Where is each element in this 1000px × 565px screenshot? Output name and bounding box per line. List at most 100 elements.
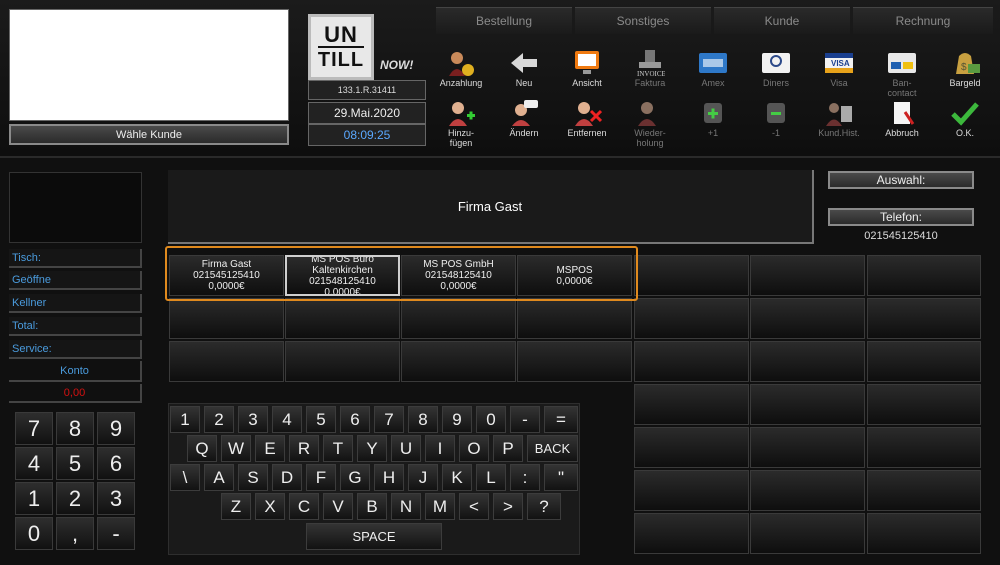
neu-button[interactable]: Neu [493, 50, 555, 100]
customer-card-empty[interactable] [517, 298, 632, 339]
key-i[interactable]: I [425, 435, 455, 462]
customer-card-empty[interactable] [634, 513, 749, 554]
faktura-button[interactable]: INVOICE Faktura [619, 50, 681, 100]
customer-card-empty[interactable] [867, 384, 981, 425]
customer-card-firma-gast[interactable]: Firma Gast 021545125410 0,0000€ [169, 255, 284, 296]
numpad-key-6[interactable]: 6 [97, 447, 135, 480]
key-5[interactable]: 5 [306, 406, 336, 433]
numpad-key-comma[interactable]: , [56, 517, 94, 550]
wiederholung-button[interactable]: Wieder- holung [619, 100, 681, 150]
key-z[interactable]: Z [221, 493, 251, 520]
numpad-key-9[interactable]: 9 [97, 412, 135, 445]
customer-card-empty[interactable] [867, 298, 981, 339]
key-equals[interactable]: = [544, 406, 578, 433]
customer-card-empty[interactable] [867, 470, 981, 511]
key-x[interactable]: X [255, 493, 285, 520]
key-space[interactable]: SPACE [306, 523, 442, 550]
visa-button[interactable]: VISA Visa [808, 50, 870, 100]
entfernen-button[interactable]: Entfernen [556, 100, 618, 150]
numpad-key-2[interactable]: 2 [56, 482, 94, 515]
bancontact-button[interactable]: Ban- contact [871, 50, 933, 100]
key-9[interactable]: 9 [442, 406, 472, 433]
numpad-key-0[interactable]: 0 [15, 517, 53, 550]
key-less-than[interactable]: < [459, 493, 489, 520]
key-backslash[interactable]: \ [170, 464, 200, 491]
anzahlung-button[interactable]: Anzahlung [430, 50, 492, 100]
key-j[interactable]: J [408, 464, 438, 491]
key-8[interactable]: 8 [408, 406, 438, 433]
customer-card-empty[interactable] [867, 513, 981, 554]
key-7[interactable]: 7 [374, 406, 404, 433]
numpad-key-3[interactable]: 3 [97, 482, 135, 515]
customer-card-empty[interactable] [634, 427, 749, 468]
customer-card-empty[interactable] [750, 255, 865, 296]
customer-card-empty[interactable] [285, 298, 400, 339]
auswahl-button[interactable]: Auswahl: [828, 171, 974, 189]
customer-card-empty[interactable] [867, 427, 981, 468]
customer-card-empty[interactable] [401, 341, 516, 382]
customer-card-ms-pos-gmbh[interactable]: MS POS GmbH 021548125410 0,0000€ [401, 255, 516, 296]
key-0[interactable]: 0 [476, 406, 506, 433]
tab-sonstiges[interactable]: Sonstiges [575, 7, 711, 34]
key-3[interactable]: 3 [238, 406, 268, 433]
key-w[interactable]: W [221, 435, 251, 462]
key-y[interactable]: Y [357, 435, 387, 462]
numpad-key-8[interactable]: 8 [56, 412, 94, 445]
key-d[interactable]: D [272, 464, 302, 491]
key-quote[interactable]: " [544, 464, 578, 491]
numpad-key-1[interactable]: 1 [15, 482, 53, 515]
customer-card-mspos[interactable]: MSPOS 0,0000€ [517, 255, 632, 296]
ok-button[interactable]: O.K. [934, 100, 996, 150]
key-p[interactable]: P [493, 435, 523, 462]
key-f[interactable]: F [306, 464, 336, 491]
tab-bestellung[interactable]: Bestellung [436, 7, 572, 34]
key-n[interactable]: N [391, 493, 421, 520]
key-question[interactable]: ? [527, 493, 561, 520]
customer-card-empty[interactable] [750, 341, 865, 382]
key-a[interactable]: A [204, 464, 234, 491]
customer-card-empty[interactable] [867, 341, 981, 382]
customer-card-empty[interactable] [750, 427, 865, 468]
key-v[interactable]: V [323, 493, 353, 520]
numpad-key-4[interactable]: 4 [15, 447, 53, 480]
key-1[interactable]: 1 [170, 406, 200, 433]
key-2[interactable]: 2 [204, 406, 234, 433]
key-backspace[interactable]: BACK [527, 435, 578, 462]
key-e[interactable]: E [255, 435, 285, 462]
key-u[interactable]: U [391, 435, 421, 462]
key-q[interactable]: Q [187, 435, 217, 462]
customer-history-button[interactable]: Kund.Hist. [808, 100, 870, 150]
numpad-key-7[interactable]: 7 [15, 412, 53, 445]
telefon-button[interactable]: Telefon: [828, 208, 974, 226]
key-s[interactable]: S [238, 464, 268, 491]
customer-card-empty[interactable] [401, 298, 516, 339]
key-r[interactable]: R [289, 435, 319, 462]
key-g[interactable]: G [340, 464, 370, 491]
key-k[interactable]: K [442, 464, 472, 491]
amex-button[interactable]: Amex [682, 50, 744, 100]
hinzufuegen-button[interactable]: Hinzu- fügen [430, 100, 492, 150]
tab-rechnung[interactable]: Rechnung [853, 7, 993, 34]
key-colon[interactable]: : [510, 464, 540, 491]
ansicht-button[interactable]: Ansicht [556, 50, 618, 100]
bargeld-button[interactable]: $ Bargeld [934, 50, 996, 100]
numpad-key-minus[interactable]: - [97, 517, 135, 550]
tab-kunde[interactable]: Kunde [714, 7, 850, 34]
customer-card-empty[interactable] [634, 470, 749, 511]
plus-one-button[interactable]: +1 [682, 100, 744, 150]
key-4[interactable]: 4 [272, 406, 302, 433]
key-t[interactable]: T [323, 435, 353, 462]
customer-card-empty[interactable] [634, 341, 749, 382]
aendern-button[interactable]: Ändern [493, 100, 555, 150]
customer-card-empty[interactable] [750, 513, 865, 554]
numpad-key-5[interactable]: 5 [56, 447, 94, 480]
key-o[interactable]: O [459, 435, 489, 462]
customer-card-empty[interactable] [285, 341, 400, 382]
key-b[interactable]: B [357, 493, 387, 520]
customer-card-empty[interactable] [634, 255, 749, 296]
key-c[interactable]: C [289, 493, 319, 520]
choose-customer-button[interactable]: Wähle Kunde [9, 124, 289, 145]
key-6[interactable]: 6 [340, 406, 370, 433]
diners-button[interactable]: Diners [745, 50, 807, 100]
minus-one-button[interactable]: -1 [745, 100, 807, 150]
